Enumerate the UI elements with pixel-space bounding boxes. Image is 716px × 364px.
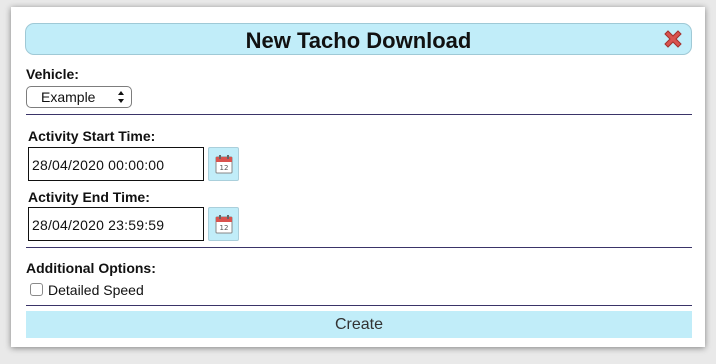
svg-text:12: 12 xyxy=(220,164,229,172)
dialog-title: New Tacho Download xyxy=(245,28,472,53)
calendar-icon: 12 xyxy=(215,215,233,234)
select-arrows-icon xyxy=(118,91,124,103)
svg-text:12: 12 xyxy=(220,224,229,232)
activity-start-input[interactable]: 28/04/2020 00:00:00 xyxy=(28,147,204,181)
activity-end-input[interactable]: 28/04/2020 23:59:59 xyxy=(28,207,204,241)
detailed-speed-label[interactable]: Detailed Speed xyxy=(48,282,144,298)
divider xyxy=(26,247,692,248)
activity-end-calendar-button[interactable]: 12 xyxy=(208,207,239,241)
close-icon[interactable] xyxy=(661,27,685,51)
calendar-icon: 12 xyxy=(215,155,233,174)
dialog-titlebar: New Tacho Download xyxy=(25,23,692,55)
vehicle-select-value: Example xyxy=(41,89,96,105)
divider xyxy=(26,114,692,115)
activity-start-calendar-button[interactable]: 12 xyxy=(208,147,239,181)
detailed-speed-checkbox[interactable] xyxy=(30,283,43,296)
activity-start-label: Activity Start Time: xyxy=(28,128,156,144)
activity-end-label: Activity End Time: xyxy=(28,189,150,205)
divider xyxy=(26,305,692,306)
vehicle-select[interactable]: Example xyxy=(26,86,132,108)
tacho-download-dialog: New Tacho Download Vehicle: Example Acti… xyxy=(11,7,705,347)
create-button[interactable]: Create xyxy=(26,311,692,338)
vehicle-label: Vehicle: xyxy=(26,66,79,82)
additional-options-label: Additional Options: xyxy=(26,260,156,276)
